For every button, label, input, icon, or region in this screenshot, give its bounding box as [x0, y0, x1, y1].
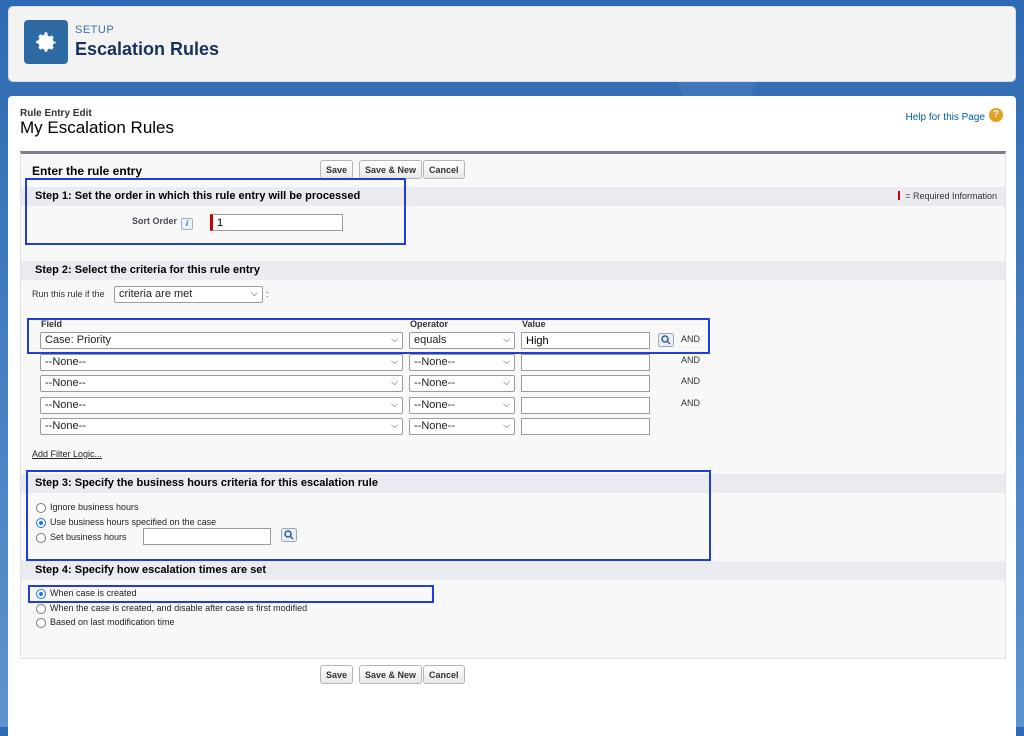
setup-label: SETUP — [75, 24, 115, 36]
radio-label: Set business hours — [50, 532, 127, 542]
chevron-down-icon: ⌵ — [503, 334, 510, 344]
radio-when-case-created[interactable] — [36, 589, 46, 599]
radio-last-modification-time[interactable] — [36, 618, 46, 628]
criteria-field-select[interactable]: --None-- ⌵ — [40, 418, 403, 435]
save-new-button[interactable]: Save & New — [359, 160, 423, 179]
criteria-field-value: --None-- — [45, 420, 86, 432]
radio-disable-after-modified[interactable] — [36, 604, 46, 614]
criteria-operator-select[interactable]: --None-- ⌵ — [409, 418, 515, 435]
criteria-value-input[interactable] — [521, 332, 650, 349]
criteria-field-select[interactable]: Case: Priority ⌵ — [40, 332, 403, 349]
criteria-field-select[interactable]: --None-- ⌵ — [40, 397, 403, 414]
help-icon[interactable]: ? — [989, 108, 1003, 122]
chevron-down-icon: ⌵ — [391, 399, 398, 409]
chevron-down-icon: ⌵ — [391, 356, 398, 366]
criteria-operator-select[interactable]: --None-- ⌵ — [409, 375, 515, 392]
lookup-icon[interactable] — [281, 528, 297, 542]
radio-set-business-hours[interactable] — [36, 533, 46, 543]
radio-use-case-business-hours[interactable] — [36, 518, 46, 528]
criteria-value-input[interactable] — [521, 397, 650, 414]
step1-header: Step 1: Set the order in which this rule… — [21, 187, 1005, 206]
chevron-down-icon: ⌵ — [503, 356, 510, 366]
and-label: AND — [681, 376, 701, 386]
sort-order-label: Sort Order — [132, 216, 178, 226]
step2-header: Step 2: Select the criteria for this rul… — [21, 261, 1005, 280]
sort-order-input[interactable] — [210, 214, 343, 231]
cancel-button[interactable]: Cancel — [423, 160, 465, 179]
step4-title: Step 4: Specify how escalation times are… — [35, 564, 267, 576]
and-label: AND — [681, 398, 701, 408]
radio-label: Use business hours specified on the case — [50, 517, 217, 527]
required-info: = Required Information — [898, 191, 997, 201]
criteria-field-value: --None-- — [45, 356, 86, 368]
value-column-header: Value — [522, 319, 546, 329]
radio-ignore-business-hours[interactable] — [36, 503, 46, 513]
step3-header: Step 3: Specify the business hours crite… — [21, 474, 1005, 493]
step1-title: Step 1: Set the order in which this rule… — [35, 190, 361, 202]
step3-title: Step 3: Specify the business hours crite… — [35, 477, 378, 489]
and-label: AND — [681, 334, 701, 344]
run-rule-suffix: : — [266, 289, 269, 299]
step2-title: Step 2: Select the criteria for this rul… — [35, 264, 260, 276]
radio-label: When the case is created, and disable af… — [50, 603, 308, 613]
criteria-field-value: Case: Priority — [45, 334, 112, 346]
criteria-operator-value: equals — [414, 334, 447, 346]
info-icon[interactable]: i — [181, 218, 193, 230]
help-link[interactable]: Help for this Page — [906, 112, 986, 123]
chevron-down-icon: ⌵ — [391, 420, 398, 430]
chevron-down-icon: ⌵ — [391, 334, 398, 344]
operator-column-header: Operator — [410, 319, 449, 329]
criteria-operator-select[interactable]: --None-- ⌵ — [409, 354, 515, 371]
criteria-operator-value: --None-- — [414, 356, 455, 368]
lookup-icon[interactable] — [658, 333, 674, 347]
criteria-operator-value: --None-- — [414, 399, 455, 411]
header-title: Escalation Rules — [75, 39, 220, 59]
chevron-down-icon: ⌵ — [391, 377, 398, 387]
radio-label: Ignore business hours — [50, 502, 139, 512]
criteria-field-value: --None-- — [45, 377, 86, 389]
gear-icon — [24, 20, 68, 64]
required-marker — [898, 191, 901, 200]
page-title: My Escalation Rules — [20, 118, 175, 137]
radio-label: When case is created — [50, 588, 137, 598]
criteria-operator-select[interactable]: --None-- ⌵ — [409, 397, 515, 414]
chevron-down-icon: ⌵ — [251, 288, 258, 298]
criteria-field-select[interactable]: --None-- ⌵ — [40, 354, 403, 371]
rule-entry-panel: Enter the rule entry Save Save & New Can… — [20, 151, 1006, 684]
chevron-down-icon: ⌵ — [503, 377, 510, 387]
step4-header: Step 4: Specify how escalation times are… — [21, 561, 1005, 580]
criteria-operator-select[interactable]: equals ⌵ — [409, 332, 515, 349]
run-criteria-value: criteria are met — [119, 288, 193, 300]
setup-header: SETUP Escalation Rules — [8, 6, 1016, 82]
criteria-operator-value: --None-- — [414, 377, 455, 389]
field-column-header: Field — [41, 319, 63, 329]
panel-header: Enter the rule entry Save Save & New Can… — [21, 154, 1005, 182]
run-criteria-select[interactable]: criteria are met ⌵ — [114, 286, 263, 303]
criteria-value-input[interactable] — [521, 375, 650, 392]
cancel-button-bottom[interactable]: Cancel — [423, 665, 465, 684]
chevron-down-icon: ⌵ — [503, 399, 510, 409]
criteria-operator-value: --None-- — [414, 420, 455, 432]
panel-title: Enter the rule entry — [32, 164, 143, 178]
run-rule-label: Run this rule if the — [32, 289, 105, 299]
chevron-down-icon: ⌵ — [503, 420, 510, 430]
radio-label: Based on last modification time — [50, 617, 175, 627]
add-filter-logic-link[interactable]: Add Filter Logic... — [32, 449, 102, 459]
and-label: AND — [681, 355, 701, 365]
criteria-value-input[interactable] — [521, 418, 650, 435]
save-new-button-bottom[interactable]: Save & New — [359, 665, 423, 684]
required-info-text: = Required Information — [905, 191, 997, 201]
criteria-field-value: --None-- — [45, 399, 86, 411]
criteria-value-input[interactable] — [521, 354, 650, 371]
main-content: Rule Entry Edit My Escalation Rules Help… — [8, 96, 1016, 736]
save-button[interactable]: Save — [320, 160, 354, 179]
criteria-field-select[interactable]: --None-- ⌵ — [40, 375, 403, 392]
business-hours-input[interactable] — [143, 528, 271, 545]
save-button-bottom[interactable]: Save — [320, 665, 354, 684]
